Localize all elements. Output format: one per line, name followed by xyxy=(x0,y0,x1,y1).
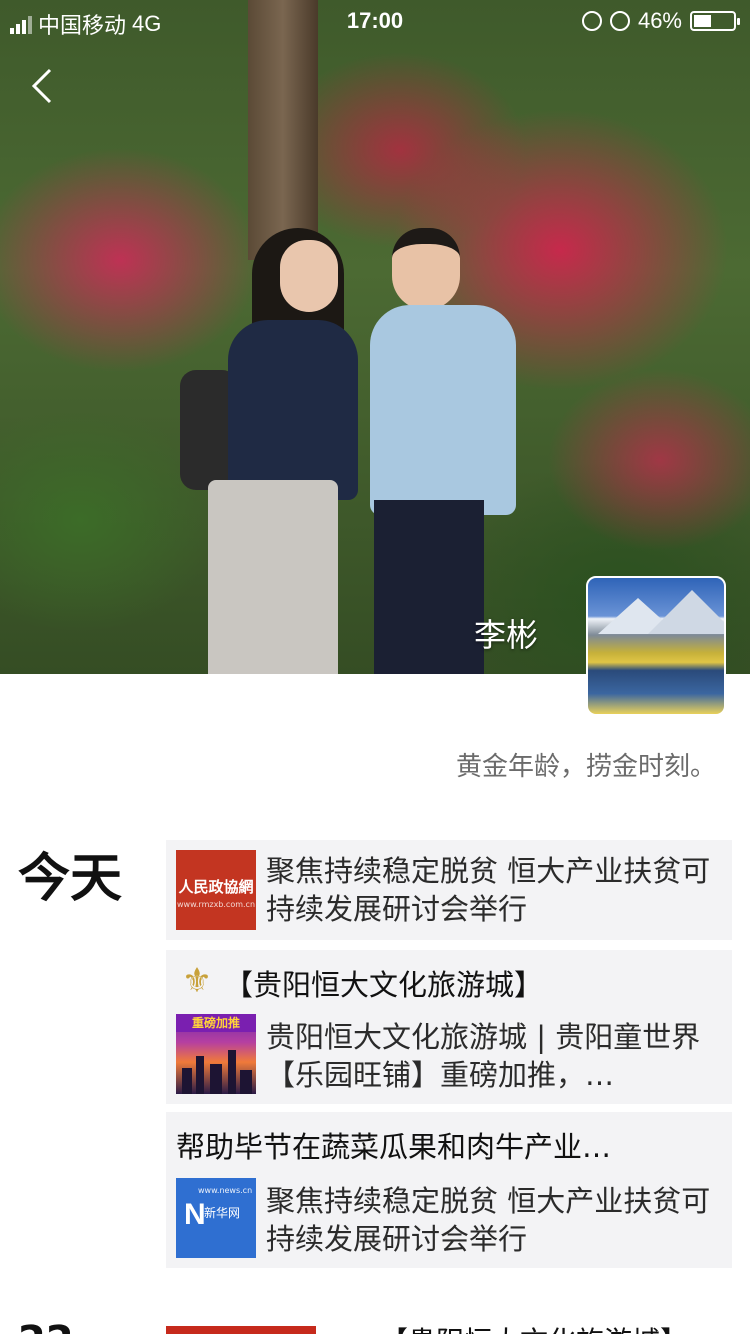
building xyxy=(210,1064,222,1094)
day-label-next: 22 xyxy=(18,1318,74,1334)
feed-post[interactable]: ⚜ 【贵阳恒大文化旅游城】 重磅加推 贵阳恒大文化旅游城 | 贵阳童世界【乐园旺… xyxy=(166,950,732,1104)
day-label: 今天 xyxy=(18,849,123,909)
building xyxy=(196,1056,204,1094)
alarm-icon xyxy=(609,11,630,31)
battery-icon xyxy=(690,11,740,31)
city-promo-image: 重磅加推 xyxy=(176,1014,256,1094)
battery-fill xyxy=(694,15,711,27)
fleur-de-lis-icon: ⚜ xyxy=(181,961,213,1001)
xinhua-logo: www.news.cn N 新华网 xyxy=(176,1178,256,1258)
rmzx-logo: 人民政協網 www.rmzxb.com.cn xyxy=(176,850,256,930)
woman-face xyxy=(280,240,338,312)
building xyxy=(228,1050,236,1094)
building xyxy=(182,1068,192,1094)
profile-name[interactable]: 李彬 xyxy=(474,610,538,656)
back-button[interactable] xyxy=(30,66,66,106)
woman-jacket xyxy=(228,320,358,500)
feed-post[interactable]: 帮助毕节在蔬菜瓜果和肉牛产业… www.news.cn N 新华网 聚焦持续稳定… xyxy=(166,1112,732,1268)
next-post-thumb[interactable] xyxy=(166,1326,316,1334)
thumb-logo-text: 新华网 xyxy=(204,1206,241,1220)
profile-signature: 黄金年龄，捞金时刻。 xyxy=(455,752,716,782)
thumb-logo-url: www.rmzxb.com.cn xyxy=(176,900,256,909)
avatar[interactable] xyxy=(586,576,726,716)
rotation-lock-icon xyxy=(581,11,602,31)
feed-post[interactable]: 人民政協網 www.rmzxb.com.cn 聚焦持续稳定脱贫 恒大产业扶贫可持… xyxy=(166,840,732,940)
woman-pants xyxy=(208,480,338,674)
post-link-text: 聚焦持续稳定脱贫 恒大产业扶贫可持续发展研讨会举行 xyxy=(266,1184,711,1256)
thumb-logo-url: www.news.cn xyxy=(198,1186,253,1195)
man-shirt xyxy=(370,305,516,515)
man-pants xyxy=(374,500,484,674)
post-link-text: 聚焦持续稳定脱贫 恒大产业扶贫可持续发展研讨会举行 xyxy=(266,854,711,926)
battery-percent: 46% xyxy=(637,8,682,33)
status-bar: 中国移动 4G 17:00 46% xyxy=(0,0,750,40)
man-head xyxy=(392,228,460,310)
thumb-banner-text: 重磅加推 xyxy=(176,1014,256,1032)
next-post-title[interactable]: 【贵阳恒大文化旅游城】 xyxy=(380,1320,740,1334)
post-title: 【贵阳恒大文化旅游城】 xyxy=(224,968,544,1002)
thumb-logo-letter: N xyxy=(184,1198,206,1231)
building xyxy=(240,1070,252,1094)
status-right: 46% xyxy=(581,8,740,34)
chevron-left-icon xyxy=(31,68,52,104)
thumb-logo-text: 人民政協網 xyxy=(178,878,254,896)
cover-photo[interactable] xyxy=(0,0,750,674)
post-link-text: 贵阳恒大文化旅游城 | 贵阳童世界【乐园旺铺】重磅加推，… xyxy=(266,1020,701,1092)
post-title: 帮助毕节在蔬菜瓜果和肉牛产业… xyxy=(176,1130,612,1164)
avatar-mountain-right xyxy=(648,590,724,634)
